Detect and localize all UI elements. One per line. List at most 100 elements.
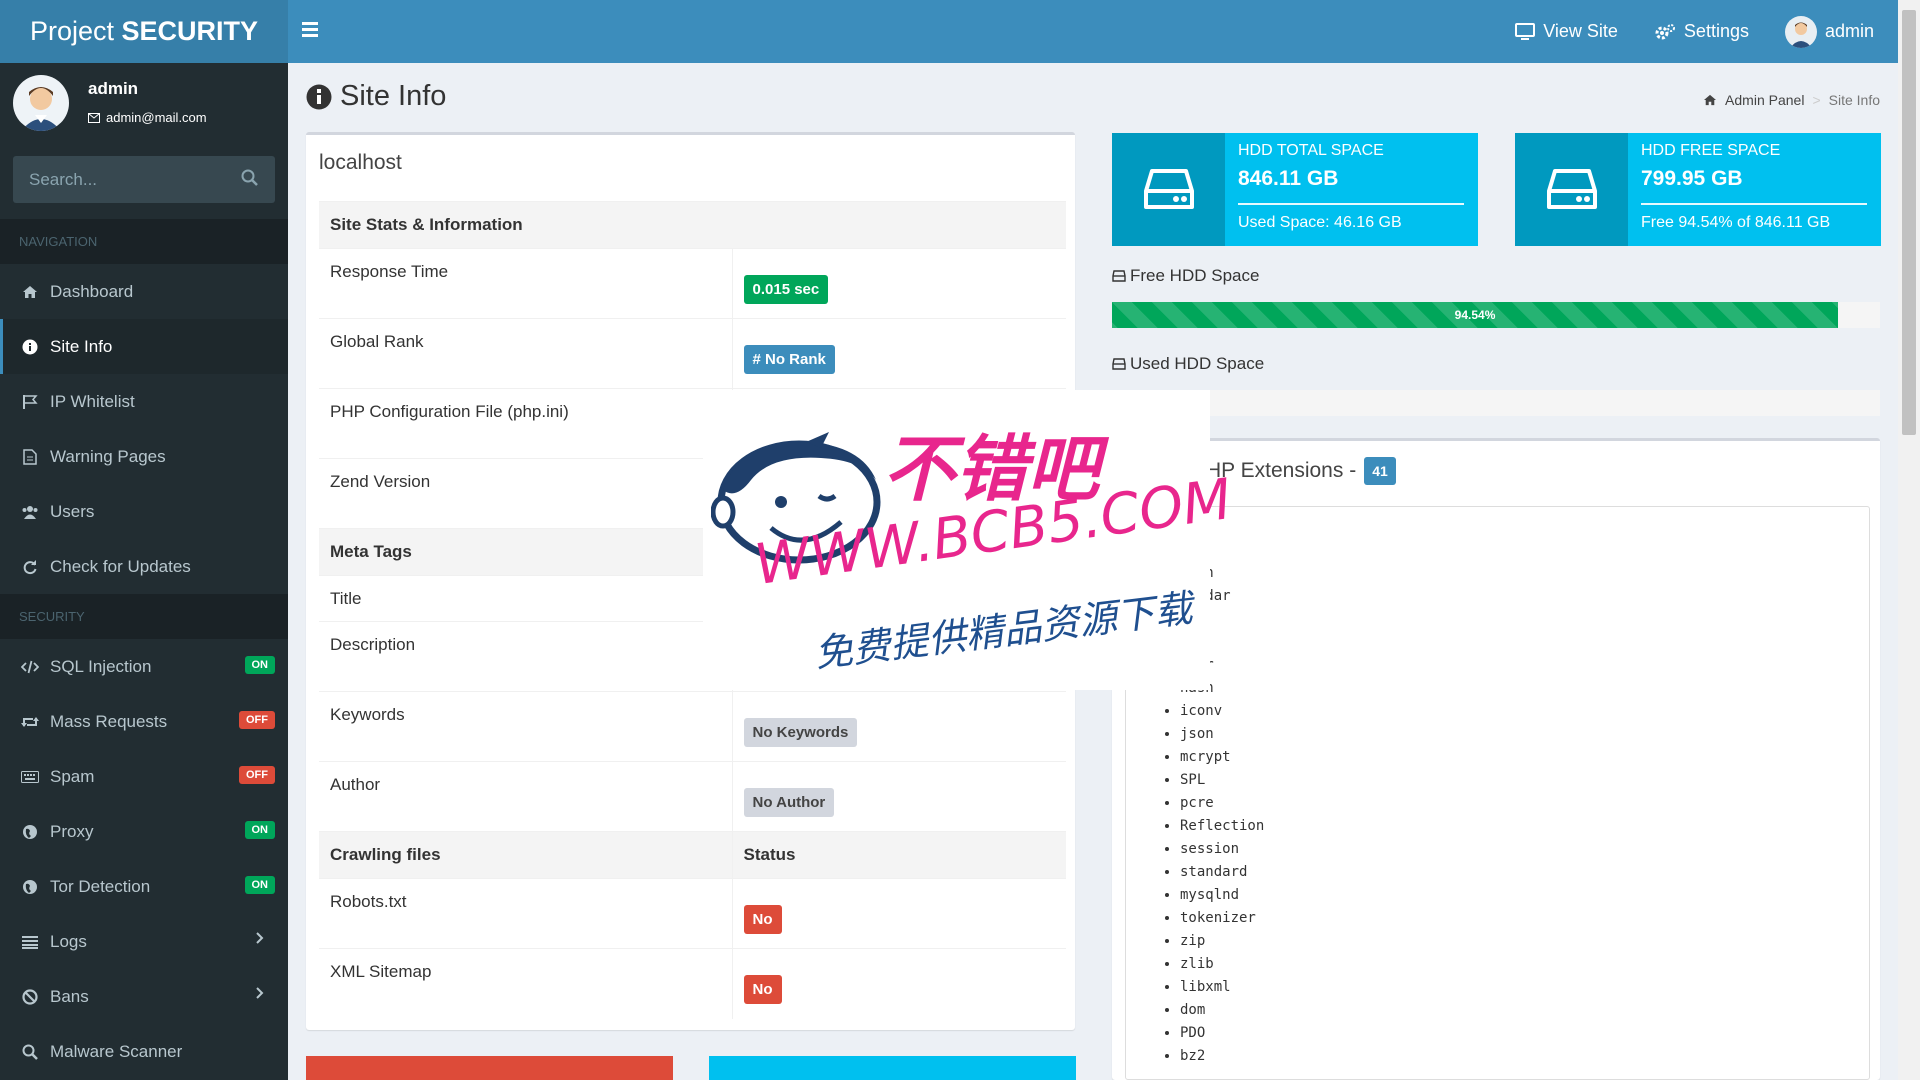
- hdd-free-value: 799.95 GB: [1641, 167, 1743, 190]
- list-item: zlib: [1180, 953, 1869, 976]
- code-icon: [21, 658, 39, 676]
- home-icon: [1704, 94, 1717, 106]
- sidebar-item-warning-pages[interactable]: Warning Pages: [0, 429, 288, 484]
- sidebar-item-bans[interactable]: Bans: [0, 969, 288, 1024]
- sidebar-item-proxy[interactable]: Proxy ON: [0, 804, 288, 859]
- list-item: bz2: [1180, 1045, 1869, 1068]
- sidebar-item-mass-requests[interactable]: Mass Requests OFF: [0, 694, 288, 749]
- list-item: json: [1180, 723, 1869, 746]
- used-space-label: Used HDD Space: [1112, 354, 1264, 374]
- sidebar-item-ip-whitelist[interactable]: IP Whitelist: [0, 374, 288, 429]
- chevron-right-icon: [256, 932, 264, 944]
- list-item: SPL: [1180, 769, 1869, 792]
- file-icon: [21, 448, 39, 466]
- table-row: Response Time 0.015 sec: [319, 248, 1066, 319]
- list-item: iconv: [1180, 700, 1869, 723]
- settings-link[interactable]: Settings: [1654, 21, 1749, 42]
- retweet-icon: [21, 713, 39, 731]
- desktop-icon: [1515, 22, 1536, 40]
- free-space-fill: 94.54%: [1112, 302, 1839, 328]
- sidebar-item-tor-detection[interactable]: Tor Detection ON: [0, 859, 288, 914]
- user-menu[interactable]: admin: [1784, 15, 1874, 48]
- sidebar-item-users[interactable]: Users: [0, 484, 288, 539]
- ban-icon: [21, 988, 39, 1006]
- home-icon: [21, 283, 39, 301]
- breadcrumb-current: Site Info: [1828, 92, 1880, 108]
- free-space-label: Free HDD Space: [1112, 266, 1259, 286]
- section-header: Site Stats & Information: [319, 201, 1066, 249]
- sidebar-item-sql-injection[interactable]: SQL Injection ON: [0, 639, 288, 694]
- sidebar-item-logs[interactable]: Logs: [0, 914, 288, 969]
- list-item: PDO: [1180, 1022, 1869, 1045]
- user-name: admin: [88, 79, 139, 98]
- list-item: lter: [1180, 654, 1869, 677]
- author-badge: No Author: [743, 788, 835, 817]
- watermark-line3: 免费提供精品资源下载: [812, 585, 1195, 676]
- sitemap-badge: No: [743, 975, 782, 1004]
- hdd-free-desc: Free 94.54% of 846.11 GB: [1641, 214, 1831, 231]
- list-item: mysqlnd: [1180, 884, 1869, 907]
- site-host: localhost: [319, 151, 402, 174]
- search-icon[interactable]: [241, 169, 259, 187]
- keyboard-icon: [21, 768, 39, 786]
- globe-icon: [21, 823, 39, 841]
- status-badge: ON: [244, 821, 275, 839]
- hdd-total-value: 846.11 GB: [1238, 167, 1339, 190]
- search-icon: [21, 1043, 39, 1061]
- list-item: ype: [1180, 608, 1869, 631]
- status-badge: ON: [244, 876, 275, 894]
- table-row: Keywords No Keywords: [319, 691, 1066, 762]
- sidebar-item-malware-scanner[interactable]: Malware Scanner: [0, 1024, 288, 1079]
- sidebar-item-dashboard[interactable]: Dashboard: [0, 264, 288, 319]
- sidebar-toggle-icon[interactable]: [302, 19, 326, 43]
- scrollbar-thumb[interactable]: [1902, 10, 1916, 435]
- breadcrumb-home-link[interactable]: Admin Panel: [1725, 92, 1804, 108]
- chevron-right-icon: [256, 987, 264, 999]
- list-item: session: [1180, 838, 1869, 861]
- envelope-icon: [88, 112, 100, 123]
- list-item: tokenizer: [1180, 907, 1869, 930]
- section-header: Crawling files: [319, 831, 732, 879]
- status-badge: OFF: [239, 766, 275, 784]
- user-email: admin@mail.com: [88, 110, 207, 125]
- page-scrollbar[interactable]: [1898, 0, 1920, 1080]
- page-title: Site Info: [306, 80, 446, 113]
- list-item: re: [1180, 539, 1869, 562]
- brand-logo[interactable]: Project SECURITY: [0, 0, 288, 63]
- flag-icon: [21, 393, 39, 411]
- list-item: standard: [1180, 861, 1869, 884]
- users-icon: [21, 503, 39, 521]
- response-time-badge: 0.015 sec: [743, 275, 829, 304]
- hdd-free-title: HDD FREE SPACE: [1641, 142, 1781, 159]
- free-space-progress: 94.54%: [1112, 302, 1880, 328]
- list-item: hash: [1180, 677, 1869, 700]
- avatar: [13, 75, 69, 131]
- extensions-count-badge: 41: [1364, 457, 1396, 485]
- avatar: [1784, 15, 1817, 48]
- list-item: Reflection: [1180, 815, 1869, 838]
- extensions-list: remathlendarypetelterhashiconvjsonmcrypt…: [1126, 507, 1869, 1068]
- robots-badge: No: [743, 905, 782, 934]
- view-site-link[interactable]: View Site: [1515, 21, 1618, 42]
- hdd-icon: [1515, 133, 1628, 246]
- sidebar-item-site-info[interactable]: Site Info: [0, 319, 288, 374]
- user-panel: admin admin@mail.com: [0, 63, 288, 143]
- hdd-total-title: HDD TOTAL SPACE: [1238, 142, 1384, 159]
- list-item: te: [1180, 631, 1869, 654]
- stat-box-aqua: [709, 1056, 1076, 1080]
- list-item: pcre: [1180, 792, 1869, 815]
- table-row: Global Rank # No Rank: [319, 318, 1066, 389]
- list-item: libxml: [1180, 976, 1869, 999]
- sidebar-item-check-updates[interactable]: Check for Updates: [0, 539, 288, 594]
- list-icon: [21, 933, 39, 951]
- stat-box-red: [306, 1056, 673, 1080]
- list-item: zip: [1180, 930, 1869, 953]
- watermark: 不错吧 WWW.BCB5.COM 免费提供精品资源下载: [703, 390, 1235, 690]
- sidebar-search: [13, 156, 275, 203]
- list-item: dom: [1180, 999, 1869, 1022]
- sidebar-item-spam[interactable]: Spam OFF: [0, 749, 288, 804]
- search-input[interactable]: [13, 156, 275, 203]
- extensions-list-panel[interactable]: remathlendarypetelterhashiconvjsonmcrypt…: [1125, 506, 1870, 1080]
- table-row: Author No Author: [319, 761, 1066, 832]
- status-header: Status: [731, 831, 1066, 879]
